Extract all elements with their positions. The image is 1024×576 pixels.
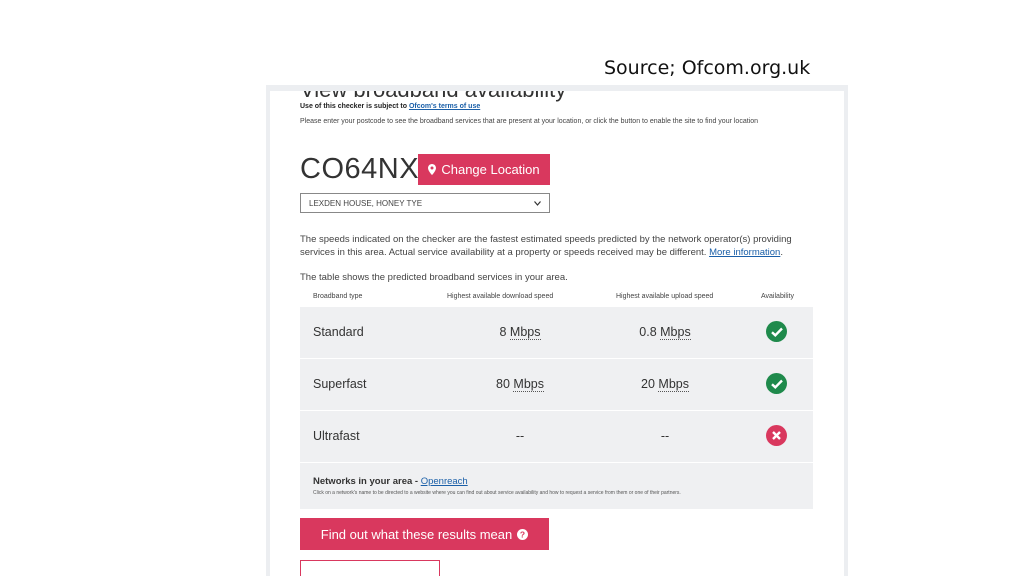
- map-marker-icon: [428, 164, 437, 175]
- table-intro: The table shows the predicted broadband …: [300, 272, 568, 283]
- terms-link[interactable]: Ofcom's terms of use: [409, 103, 480, 110]
- table-row: Standard 8 Mbps 0.8 Mbps: [300, 307, 813, 359]
- address-select[interactable]: LEXDEN HOUSE, HONEY TYE: [300, 193, 550, 213]
- chevron-down-icon: [534, 200, 541, 206]
- svg-text:?: ?: [520, 529, 525, 539]
- x-circle-icon: [766, 425, 787, 446]
- secondary-button[interactable]: [300, 560, 440, 576]
- change-location-button[interactable]: Change Location: [418, 154, 550, 185]
- table-row: Ultrafast -- --: [300, 411, 813, 463]
- more-information-link[interactable]: More information: [709, 247, 780, 258]
- networks-title: Networks in your area - Openreach: [313, 476, 468, 487]
- upload-speed: 0.8 Mbps: [639, 325, 691, 340]
- download-speed: --: [515, 429, 525, 443]
- speed-disclaimer: The speeds indicated on the checker are …: [300, 234, 792, 258]
- header-broadband-type: Broadband type: [313, 293, 363, 300]
- networks-description: Click on a network's name to be directed…: [313, 490, 681, 496]
- change-location-label: Change Location: [441, 162, 540, 177]
- address-selected-value: LEXDEN HOUSE, HONEY TYE: [309, 198, 423, 208]
- find-out-results-button[interactable]: Find out what these results mean ?: [300, 518, 549, 550]
- upload-speed: --: [660, 429, 670, 443]
- postcode-display: CO64NX: [300, 153, 420, 185]
- header-download-speed: Highest available download speed: [447, 293, 554, 300]
- row-type: Ultrafast: [313, 429, 360, 443]
- source-caption: Source; Ofcom.org.uk: [604, 57, 811, 79]
- upload-speed: 20 Mbps: [641, 377, 689, 392]
- page-title: View broadband availability: [300, 85, 567, 102]
- download-speed: 8 Mbps: [499, 325, 541, 340]
- results-table: Standard 8 Mbps 0.8 Mbps Superfast 80 Mb…: [300, 307, 813, 509]
- terms-notice: Use of this checker is subject to Ofcom'…: [300, 103, 481, 110]
- download-speed: 80 Mbps: [496, 377, 544, 392]
- broadband-checker-panel: View broadband availability Use of this …: [266, 85, 848, 576]
- check-circle-icon: [766, 373, 787, 394]
- networks-section: Networks in your area - Openreach Click …: [300, 463, 813, 509]
- check-circle-icon: [766, 321, 787, 342]
- find-out-label: Find out what these results mean: [320, 526, 513, 542]
- header-availability: Availability: [761, 293, 794, 300]
- table-row: Superfast 80 Mbps 20 Mbps: [300, 359, 813, 411]
- header-upload-speed: Highest available upload speed: [616, 293, 714, 300]
- row-type: Superfast: [313, 377, 367, 391]
- row-type: Standard: [313, 325, 364, 339]
- instructions: Please enter your postcode to see the br…: [300, 118, 759, 125]
- openreach-link[interactable]: Openreach: [421, 476, 468, 487]
- question-circle-icon: ?: [517, 528, 529, 540]
